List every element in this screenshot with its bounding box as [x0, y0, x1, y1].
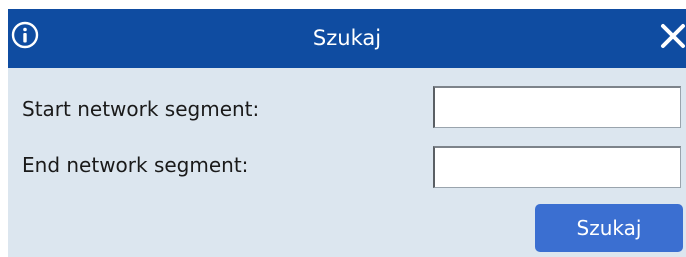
close-icon[interactable] — [660, 23, 686, 49]
search-dialog: Szukaj Start network segment: End networ… — [8, 9, 686, 257]
start-segment-input[interactable] — [433, 86, 681, 128]
end-segment-input[interactable] — [433, 146, 681, 188]
search-button[interactable]: Szukaj — [535, 204, 683, 252]
start-segment-label: Start network segment: — [22, 97, 260, 121]
end-segment-label: End network segment: — [22, 153, 249, 177]
dialog-titlebar: Szukaj — [8, 9, 686, 68]
dialog-title: Szukaj — [312, 26, 382, 50]
